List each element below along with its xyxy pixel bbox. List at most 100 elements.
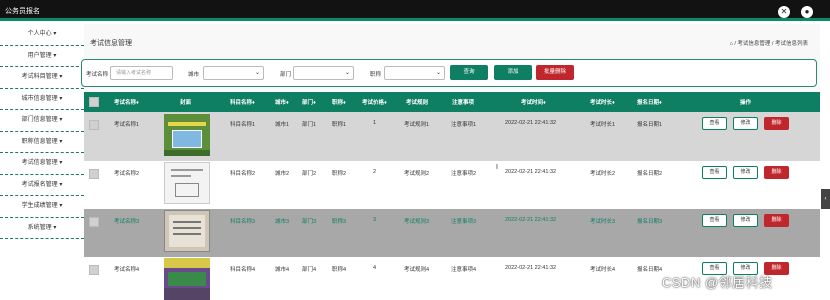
delete-button[interactable]: 删除 <box>764 214 789 227</box>
cell-reg-date: 报名日期2 <box>637 171 663 177</box>
sidebar-item-exams[interactable]: 考试信息管理 ▾ <box>0 153 84 175</box>
row-checkbox[interactable] <box>89 217 99 227</box>
cell-exam-time: 2022-02-21 22:41:32 <box>505 169 557 175</box>
query-button[interactable]: 查询 <box>450 65 488 80</box>
cell-subject: 科目名称2 <box>230 171 256 177</box>
text-cursor-icon: I <box>496 164 498 171</box>
cell-notice: 注意事项4 <box>451 267 477 273</box>
select-all-checkbox[interactable] <box>89 97 99 107</box>
cell-rules: 考试规则2 <box>404 171 430 177</box>
view-button[interactable]: 查看 <box>702 166 727 179</box>
settings-x-icon[interactable]: ✕ <box>778 6 790 18</box>
city-select[interactable]: ⌄ <box>203 66 264 80</box>
col-department[interactable]: 部门♦ <box>302 98 316 106</box>
cell-exam-time: 2022-02-21 22:41:32 <box>505 120 557 126</box>
sidebar-item-label: 学生成绩管理 <box>21 203 58 209</box>
cell-price: 3 <box>373 217 377 223</box>
view-button[interactable]: 查看 <box>702 117 727 130</box>
city-label: 城市 <box>188 72 200 78</box>
sidebar-item-registrations[interactable]: 考试报名管理 ▾ <box>0 175 84 196</box>
col-exam-time[interactable]: 考试时间♦ <box>521 98 546 106</box>
exam-name-label: 考试名称 <box>86 72 109 78</box>
watermark: CSDN @邻居科技 <box>662 275 773 290</box>
cell-rules: 考试规则1 <box>404 122 430 128</box>
cell-subject: 科目名称3 <box>230 219 256 225</box>
cell-department: 部门4 <box>302 267 317 273</box>
cell-exam-name: 考试名称2 <box>114 171 140 177</box>
table-header: 考试名称♦ 封面 科目名称♦ 城市♦ 部门♦ 职称♦ 考试价格♦ 考试规则 注意… <box>84 92 820 112</box>
cell-city: 城市4 <box>275 267 290 273</box>
cell-duration: 考试时长3 <box>590 219 616 225</box>
cover-image[interactable] <box>164 210 210 252</box>
sidebar-item-label: 部门信息管理 <box>21 117 58 123</box>
edit-button[interactable]: 修改 <box>733 214 758 227</box>
col-cover: 封面 <box>180 100 192 106</box>
user-icon[interactable]: ● <box>801 6 813 18</box>
cell-department: 部门2 <box>302 171 317 177</box>
sidebar-item-users[interactable]: 用户管理 ▾ <box>0 46 84 67</box>
table-row[interactable]: 考试名称2 科目名称2 城市2 部门2 职称2 2 考试规则2 注意事项2 20… <box>84 161 820 209</box>
col-duration[interactable]: 考试时长♦ <box>590 98 615 106</box>
breadcrumb[interactable]: ⌂ / 考试信息管理 / 考试信息列表 <box>730 39 809 47</box>
sidebar-item-label: 职称信息管理 <box>21 138 58 145</box>
sidebar-item-label: 考试报名管理 <box>21 181 58 188</box>
sidebar-item-departments[interactable]: 部门信息管理 ▾ <box>0 110 84 132</box>
table-row[interactable]: 考试名称3 科目名称3 城市3 部门3 职称3 3 考试规则3 注意事项3 20… <box>84 209 820 257</box>
main-content: 考试信息管理 ⌂ / 考试信息管理 / 考试信息列表 考试名称 请输入考试名称 … <box>81 24 820 300</box>
sidebar-item-system[interactable]: 系统管理 ▾ <box>0 218 84 239</box>
cell-city: 城市2 <box>275 171 290 177</box>
job-title-select[interactable]: ⌄ <box>384 66 445 80</box>
department-select[interactable]: ⌄ <box>293 66 354 80</box>
row-checkbox[interactable] <box>89 265 99 275</box>
cover-image[interactable] <box>164 114 210 156</box>
sidebar-item-titles[interactable]: 职称信息管理 ▾ <box>0 132 84 153</box>
exam-name-input[interactable]: 请输入考试名称 <box>110 66 173 80</box>
col-actions: 操作 <box>740 100 752 106</box>
sidebar-item-label: 考试科目管理 <box>21 74 58 80</box>
search-panel: 考试名称 请输入考试名称 城市 ⌄ 部门 ⌄ 职称 ⌄ 查询 添加 批量删除 <box>81 59 817 87</box>
cover-image[interactable] <box>164 258 210 300</box>
cell-exam-time: 2022-02-21 22:41:32 <box>505 265 557 271</box>
row-checkbox[interactable] <box>89 120 99 130</box>
cell-exam-name: 考试名称1 <box>114 122 140 128</box>
add-button[interactable]: 添加 <box>494 65 532 80</box>
sidebar-item-scores[interactable]: 学生成绩管理 ▾ <box>0 196 84 218</box>
row-checkbox[interactable] <box>89 169 99 179</box>
cell-duration: 考试时长1 <box>590 122 616 128</box>
col-reg-date[interactable]: 报名日期♦ <box>637 98 662 106</box>
cell-job-title: 职称4 <box>332 267 347 273</box>
col-price[interactable]: 考试价格♦ <box>362 98 387 106</box>
cell-price: 1 <box>373 120 377 126</box>
col-subject[interactable]: 科目名称♦ <box>230 98 255 106</box>
delete-button[interactable]: 删除 <box>764 117 789 130</box>
chevron-down-icon: ⌄ <box>435 70 441 76</box>
department-label: 部门 <box>280 72 292 78</box>
chevron-down-icon: ⌄ <box>254 70 260 76</box>
cell-notice: 注意事项1 <box>451 122 477 128</box>
cell-city: 城市3 <box>275 219 290 225</box>
delete-button[interactable]: 删除 <box>764 166 789 179</box>
col-job-title[interactable]: 职称♦ <box>332 98 346 106</box>
table-row[interactable]: 考试名称1 科目名称1 城市1 部门1 职称1 1 考试规则1 注意事项1 20… <box>84 112 820 161</box>
cell-subject: 科目名称4 <box>230 267 256 273</box>
batch-delete-button[interactable]: 批量删除 <box>536 65 574 80</box>
cell-reg-date: 报名日期3 <box>637 219 663 225</box>
cell-department: 部门3 <box>302 219 317 225</box>
col-exam-name[interactable]: 考试名称♦ <box>114 98 139 106</box>
col-city[interactable]: 城市♦ <box>275 98 289 106</box>
cover-image[interactable] <box>164 162 210 204</box>
edit-button[interactable]: 修改 <box>733 117 758 130</box>
cell-exam-name: 考试名称3 <box>114 219 140 225</box>
cell-reg-date: 报名日期4 <box>637 267 663 273</box>
view-button[interactable]: 查看 <box>702 214 727 227</box>
side-collapse-handle[interactable]: ‹ <box>821 189 830 209</box>
sidebar-item-subjects[interactable]: 考试科目管理 ▾ <box>0 67 84 89</box>
page-title: 考试信息管理 <box>90 40 132 47</box>
edit-button[interactable]: 修改 <box>733 166 758 179</box>
cell-department: 部门1 <box>302 122 317 128</box>
sidebar-item-cities[interactable]: 城市信息管理 ▾ <box>0 89 84 110</box>
job-title-label: 职称 <box>370 72 382 78</box>
sidebar-item-personal-center[interactable]: 个人中心 ▾ <box>0 24 84 46</box>
cell-duration: 考试时长4 <box>590 267 616 273</box>
cell-price: 4 <box>373 265 377 271</box>
